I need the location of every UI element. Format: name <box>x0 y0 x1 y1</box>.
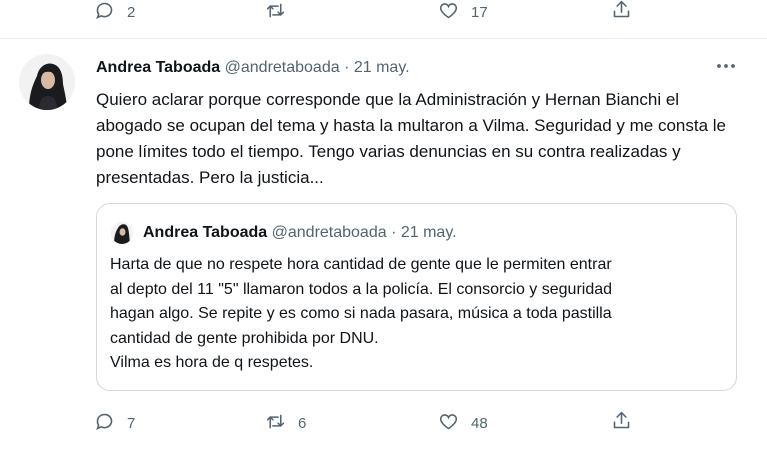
more-button[interactable] <box>714 56 738 76</box>
previous-like-button[interactable]: 17 <box>438 0 488 25</box>
quoted-avatar <box>111 222 133 244</box>
retweet-icon <box>265 0 286 25</box>
reply-icon <box>94 0 115 25</box>
share-icon <box>611 0 632 24</box>
like-icon <box>438 411 459 436</box>
more-icon <box>714 63 738 80</box>
reply-button[interactable]: 7 <box>94 411 135 436</box>
share-icon <box>611 410 632 435</box>
tweet-header: Andrea Taboada @andretaboada · 21 may. <box>96 59 410 77</box>
previous-reply-button[interactable]: 2 <box>94 0 135 25</box>
retweet-icon <box>265 411 286 436</box>
previous-share-button[interactable] <box>611 0 632 24</box>
share-button[interactable] <box>611 410 632 435</box>
retweet-button[interactable]: 6 <box>265 411 306 436</box>
author-handle[interactable]: @andretaboada <box>225 59 340 76</box>
quoted-tweet[interactable]: Andrea Taboada @andretaboada · 21 may. H… <box>96 203 737 391</box>
reply-count: 7 <box>127 415 136 432</box>
tweet-date[interactable]: 21 may. <box>354 59 410 76</box>
quoted-text-line: hagan algo. Se repite y es como si nada … <box>110 305 612 322</box>
quoted-header-separator: · <box>391 224 397 241</box>
retweet-count: 6 <box>298 415 307 432</box>
quoted-text-line: al depto del 11 "5" llamaron todos a la … <box>110 280 613 298</box>
quoted-author-name: Andrea Taboada <box>143 224 268 241</box>
tweet-text: Quiero aclarar porque corresponde que la… <box>96 90 727 187</box>
previous-like-count: 17 <box>471 4 488 21</box>
like-button[interactable]: 48 <box>438 411 488 436</box>
tweet-divider <box>0 38 767 39</box>
quoted-header: Andrea Taboada @andretaboada · 21 may. <box>143 224 457 242</box>
quoted-text-line: Harta de que no respete hora cantidad de… <box>110 256 612 273</box>
like-count: 48 <box>471 415 488 432</box>
quoted-tweet-text: Harta de que no respete hora cantidad de… <box>110 253 720 376</box>
reply-icon <box>94 411 115 436</box>
avatar[interactable] <box>19 54 75 110</box>
previous-reply-count: 2 <box>127 4 136 21</box>
like-icon <box>438 0 459 25</box>
previous-tweet-actions: 2 17 <box>0 0 767 28</box>
header-separator: · <box>344 59 350 76</box>
quoted-text-line: Vilma es hora de q respetes. <box>110 354 314 371</box>
quoted-tweet-date: 21 may. <box>400 224 457 241</box>
quoted-text-line: cantidad de gente prohibida por DNU. <box>110 329 379 347</box>
previous-retweet-button[interactable] <box>265 0 298 25</box>
quoted-author-handle: @andretaboada <box>271 224 387 241</box>
author-name[interactable]: Andrea Taboada <box>96 59 220 76</box>
